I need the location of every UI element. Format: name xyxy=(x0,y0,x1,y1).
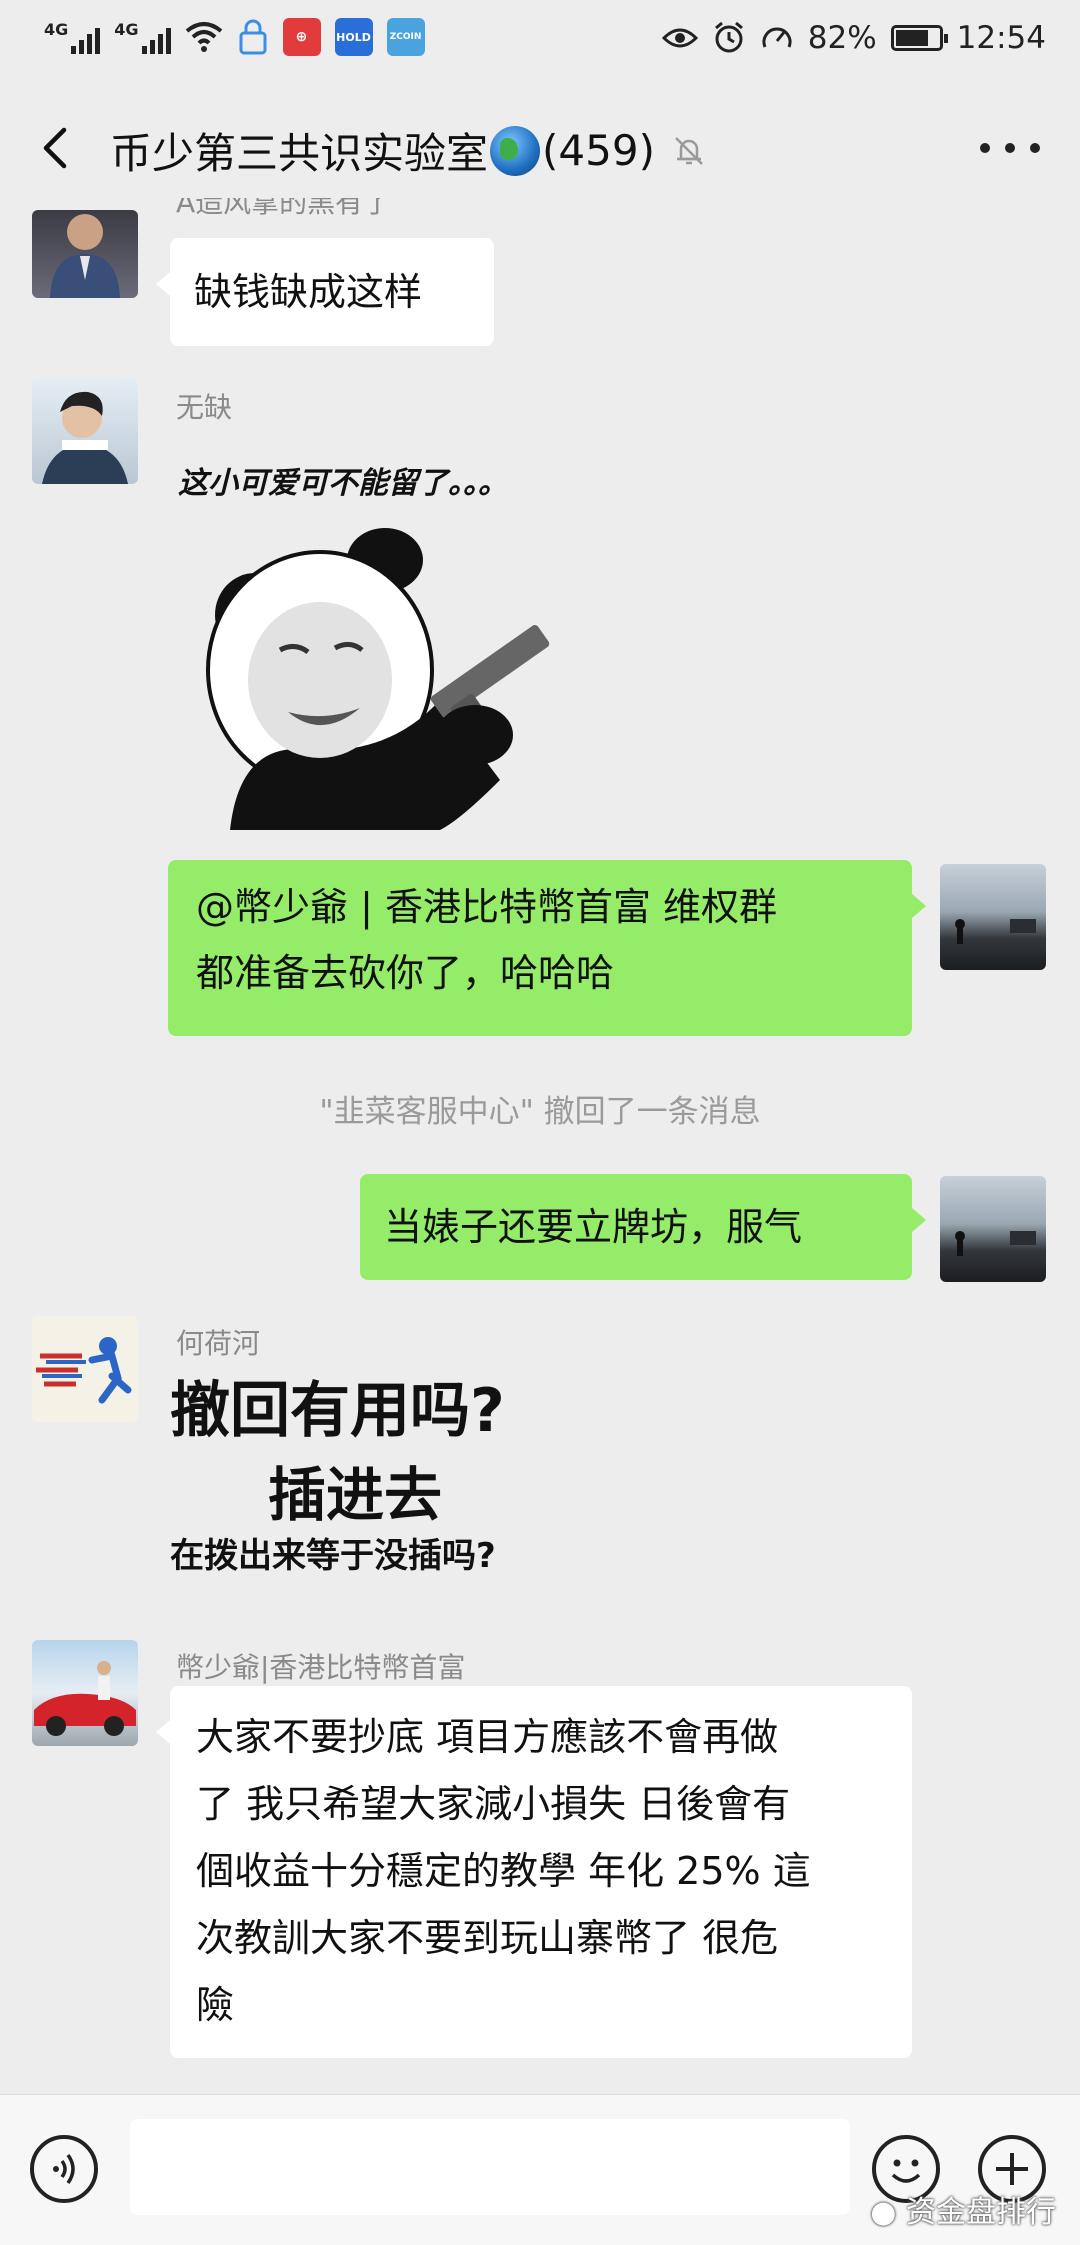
message-line: @幣少爺 | 香港比特幣首富 维权群 xyxy=(196,885,778,929)
message-line: 個收益十分穩定的教學 年化 25% 這 xyxy=(196,1849,811,1893)
watermark-text: 资金盘排行 xyxy=(906,2195,1056,2230)
alarm-icon xyxy=(714,21,743,53)
meme-text: 插进去 xyxy=(268,1461,443,1529)
status-right: 82% 12:54 xyxy=(661,20,1046,56)
sender-name: 无缺 xyxy=(176,391,233,424)
sender-name: 幣少爺|香港比特幣首富 xyxy=(176,1651,466,1684)
chat-header: 币少第三共识实验室 (459) xyxy=(0,84,1080,216)
more-icon[interactable] xyxy=(980,128,1040,168)
zcoin-app-icon: ZCOIN xyxy=(386,18,425,56)
battery-icon xyxy=(890,25,948,51)
message-line: 都准备去砍你了，哈哈哈 xyxy=(196,951,615,995)
meme-text: 在拨出来等于没插吗? xyxy=(170,1536,496,1576)
signal-icon: 4G xyxy=(44,20,101,54)
my-avatar[interactable] xyxy=(940,1176,1046,1282)
my-avatar[interactable] xyxy=(940,864,1046,970)
message-input[interactable] xyxy=(130,2119,850,2215)
panda-gun-sticker[interactable] xyxy=(200,520,580,830)
status-bar: 4G 4G ⊕ HOLD ZCOIN 82% 12:54 xyxy=(0,0,1080,84)
lock-notify-icon xyxy=(239,19,267,55)
app-notify-icon: ⊕ xyxy=(282,18,321,56)
signal-icon: 4G xyxy=(114,20,171,54)
sender-name: 何荷河 xyxy=(176,1327,261,1360)
network-label: 4G xyxy=(114,20,139,39)
message-line: 大家不要抄底 項目方應該不會再做 xyxy=(196,1715,779,1759)
input-toolbar: ● 资金盘排行 xyxy=(0,2094,1080,2245)
message-bubble[interactable]: @幣少爺 | 香港比特幣首富 维权群 都准备去砍你了，哈哈哈 xyxy=(168,860,926,1036)
wifi-icon xyxy=(185,22,222,52)
message-line: 險 xyxy=(196,1983,235,2027)
sticker-caption: 这小可爱可不能留了。。。 xyxy=(178,466,508,501)
sender-name: A造风拿的黑有了 xyxy=(176,198,392,219)
back-icon[interactable] xyxy=(30,120,86,176)
chat-title-name: 币少第三共识实验室 xyxy=(110,129,489,178)
avatar[interactable] xyxy=(32,1640,138,1746)
status-left: 4G 4G ⊕ HOLD ZCOIN xyxy=(44,18,425,56)
member-count: (459) xyxy=(542,126,655,175)
message-line: 次教訓大家不要到玩山寨幣了 很危 xyxy=(196,1916,779,1960)
chat-title: 币少第三共识实验室 (459) xyxy=(110,120,707,181)
speed-icon xyxy=(762,27,792,48)
mute-icon xyxy=(675,136,703,165)
hold-app-icon: HOLD xyxy=(334,18,373,56)
message-bubble[interactable]: 大家不要抄底 項目方應該不會再做 了 我只希望大家減小損失 日後會有 個收益十分… xyxy=(156,1686,912,2058)
network-label: 4G xyxy=(44,20,69,39)
eye-icon xyxy=(661,28,698,48)
watermark: ● 资金盘排行 xyxy=(870,2187,1056,2231)
battery-fill xyxy=(895,30,929,46)
avatar[interactable] xyxy=(32,1316,138,1422)
globe-icon xyxy=(490,125,541,176)
message-bubble[interactable]: 当婊子还要立牌坊，服气 xyxy=(360,1174,926,1280)
message-bubble[interactable]: 缺钱缺成这样 xyxy=(156,238,494,346)
avatar[interactable] xyxy=(32,210,138,298)
avatar[interactable] xyxy=(32,378,138,484)
battery-percent: 82% xyxy=(807,20,877,56)
voice-icon[interactable] xyxy=(30,2135,98,2203)
wechat-icon: ● xyxy=(870,2195,897,2230)
message-line: 了 我只希望大家減小損失 日後會有 xyxy=(196,1782,791,1826)
recall-notice: "韭菜客服中心" 撤回了一条消息 xyxy=(319,1094,761,1130)
meme-text: 撤回有用吗? xyxy=(170,1376,505,1446)
clock: 12:54 xyxy=(956,20,1046,56)
